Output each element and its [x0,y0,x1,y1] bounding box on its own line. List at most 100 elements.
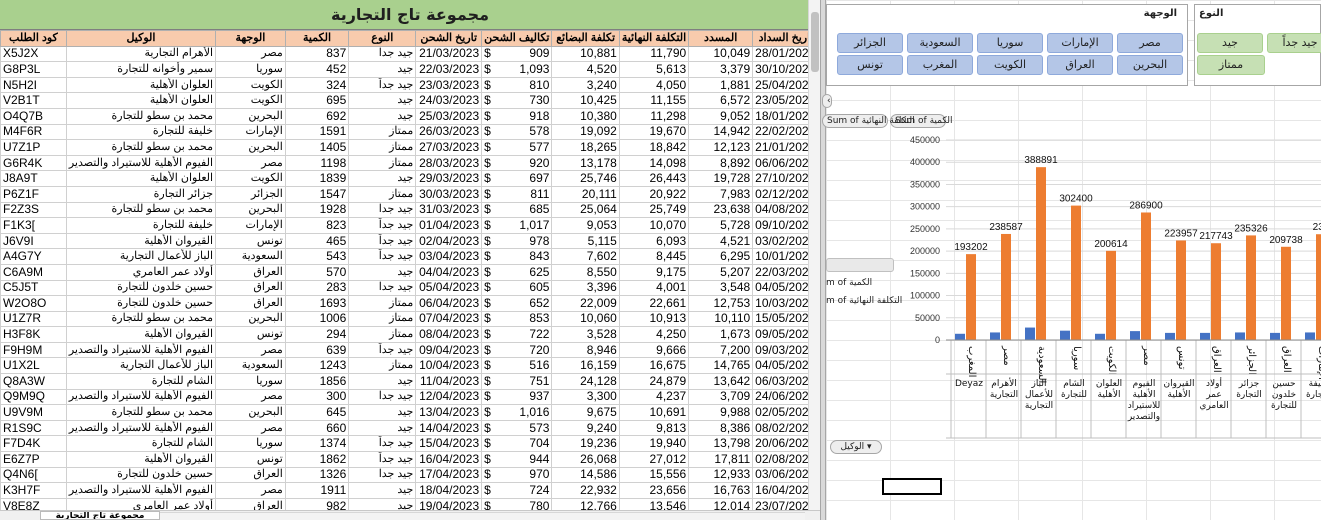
table-cell[interactable]: 3,396 [551,279,620,297]
table-cell[interactable]: 18,842 [618,139,690,156]
slicer-destination-item[interactable]: السعودية [907,33,973,53]
table-cell[interactable]: الشام للتجارة [65,435,217,453]
table-cell[interactable]: الكويت [215,92,286,109]
table-cell[interactable]: جيد جداً [348,76,417,94]
horizontal-scrollbar[interactable] [160,512,805,520]
table-cell[interactable]: E6Z7P [0,451,67,468]
table-cell[interactable]: 1,673 [688,326,754,343]
table-cell[interactable]: 645 [284,404,350,421]
table-cell[interactable]: 1,017 [496,217,553,234]
table-cell[interactable]: 10,913 [618,310,690,328]
table-cell[interactable]: 9,052 [688,107,754,125]
table-cell[interactable]: جيد جداً [348,451,417,468]
table-cell[interactable]: 09/04/2023 [415,341,483,359]
table-cell[interactable]: 1326 [284,466,350,484]
table-cell[interactable]: 6,295 [688,248,754,265]
table-cell[interactable]: $ [481,170,497,187]
table-cell[interactable]: السعودية [215,248,286,265]
table-cell[interactable]: 978 [496,232,553,250]
table-cell[interactable]: القيروان الأهلية [65,326,217,343]
vertical-scrollbar[interactable] [808,0,820,510]
table-cell[interactable]: 7,200 [688,341,754,359]
table-cell[interactable]: 10,049 [688,45,754,63]
table-cell[interactable]: تونس [215,451,286,468]
table-cell[interactable]: $ [481,61,497,78]
axis-field-button[interactable]: الوكيل ▾ [830,440,882,454]
table-cell[interactable]: 724 [496,482,553,499]
table-cell[interactable]: 7,983 [688,185,754,203]
table-cell[interactable]: $ [481,263,497,281]
table-cell[interactable]: جيد جداً [348,217,417,234]
slicer-destination-item[interactable]: الكويت [977,55,1043,75]
table-cell[interactable]: 7,602 [551,248,620,265]
table-cell[interactable]: G8P3L [0,61,67,78]
table-cell[interactable]: 1405 [284,139,350,156]
table-cell[interactable]: جيد [348,482,417,499]
table-cell[interactable]: جيد جداً [348,341,417,359]
table-cell[interactable]: 843 [496,248,553,265]
table-cell[interactable]: 1243 [284,357,350,375]
table-cell[interactable]: 16/04/2023 [415,451,483,468]
table-cell[interactable]: 13/04/2023 [415,404,483,421]
table-cell[interactable]: $ [481,217,497,234]
table-cell[interactable]: 04/04/2023 [415,263,483,281]
column-header[interactable]: التكلفة النهائية [618,30,690,47]
table-cell[interactable]: 12/04/2023 [415,388,483,406]
table-cell[interactable]: 294 [284,326,350,343]
table-cell[interactable]: $ [481,373,497,390]
table-cell[interactable]: O4Q7B [0,107,67,125]
table-cell[interactable]: 4,050 [618,76,690,94]
table-cell[interactable]: العراق [215,279,286,297]
table-cell[interactable]: $ [481,295,497,312]
table-cell[interactable]: 03/04/2023 [415,248,483,265]
table-cell[interactable]: 452 [284,61,350,78]
table-cell[interactable]: 10,060 [551,310,620,328]
sheet-tab[interactable]: مجموعة تاج التجارية [40,511,160,520]
table-cell[interactable]: Q9M9Q [0,388,67,406]
table-cell[interactable]: العراق [215,466,286,484]
table-cell[interactable]: الجزائر [215,185,286,203]
table-cell[interactable]: مصر [215,45,286,63]
table-cell[interactable]: 10,691 [618,404,690,421]
table-cell[interactable]: مصر [215,388,286,406]
slicer-destination-item[interactable]: تونس [837,55,903,75]
table-cell[interactable]: $ [481,357,497,375]
table-cell[interactable]: 4,520 [551,61,620,78]
table-cell[interactable]: 283 [284,279,350,297]
table-cell[interactable]: 17,811 [688,451,754,468]
table-cell[interactable]: القيروان الأهلية [65,451,217,468]
table-cell[interactable]: 5,115 [551,232,620,250]
table-cell[interactable]: 4,237 [618,388,690,406]
table-cell[interactable]: 4,250 [618,326,690,343]
table-cell[interactable]: 1591 [284,123,350,141]
table-cell[interactable]: 722 [496,326,553,343]
table-cell[interactable]: 1928 [284,201,350,219]
table-cell[interactable]: 29/03/2023 [415,170,483,187]
table-cell[interactable]: F9H9M [0,341,67,359]
table-cell[interactable]: 20,922 [618,185,690,203]
table-cell[interactable]: 26,068 [551,451,620,468]
table-cell[interactable]: 1,881 [688,76,754,94]
table-cell[interactable]: 12,123 [688,139,754,156]
table-cell[interactable]: $ [481,123,497,141]
table-cell[interactable]: F7D4K [0,435,67,453]
table-cell[interactable]: خليفة للتجارة [65,123,217,141]
table-cell[interactable]: 10,380 [551,107,620,125]
table-cell[interactable]: 10,881 [551,45,620,63]
table-cell[interactable]: 19,728 [688,170,754,187]
table-cell[interactable]: 1693 [284,295,350,312]
table-cell[interactable]: 8,386 [688,419,754,437]
table-cell[interactable]: 20,111 [551,185,620,203]
table-cell[interactable]: 06/04/2023 [415,295,483,312]
table-cell[interactable]: ممتاز [348,185,417,203]
table-cell[interactable]: 3,240 [551,76,620,94]
table-cell[interactable]: M4F6R [0,123,67,141]
table-cell[interactable]: جيد جداً [348,279,417,297]
table-cell[interactable]: 5,207 [688,263,754,281]
table-cell[interactable]: جيد جداً [348,232,417,250]
table-cell[interactable]: 25/03/2023 [415,107,483,125]
table-cell[interactable]: $ [481,154,497,172]
table-cell[interactable]: 02/04/2023 [415,232,483,250]
table-cell[interactable]: 3,548 [688,279,754,297]
table-cell[interactable]: 4,001 [618,279,690,297]
